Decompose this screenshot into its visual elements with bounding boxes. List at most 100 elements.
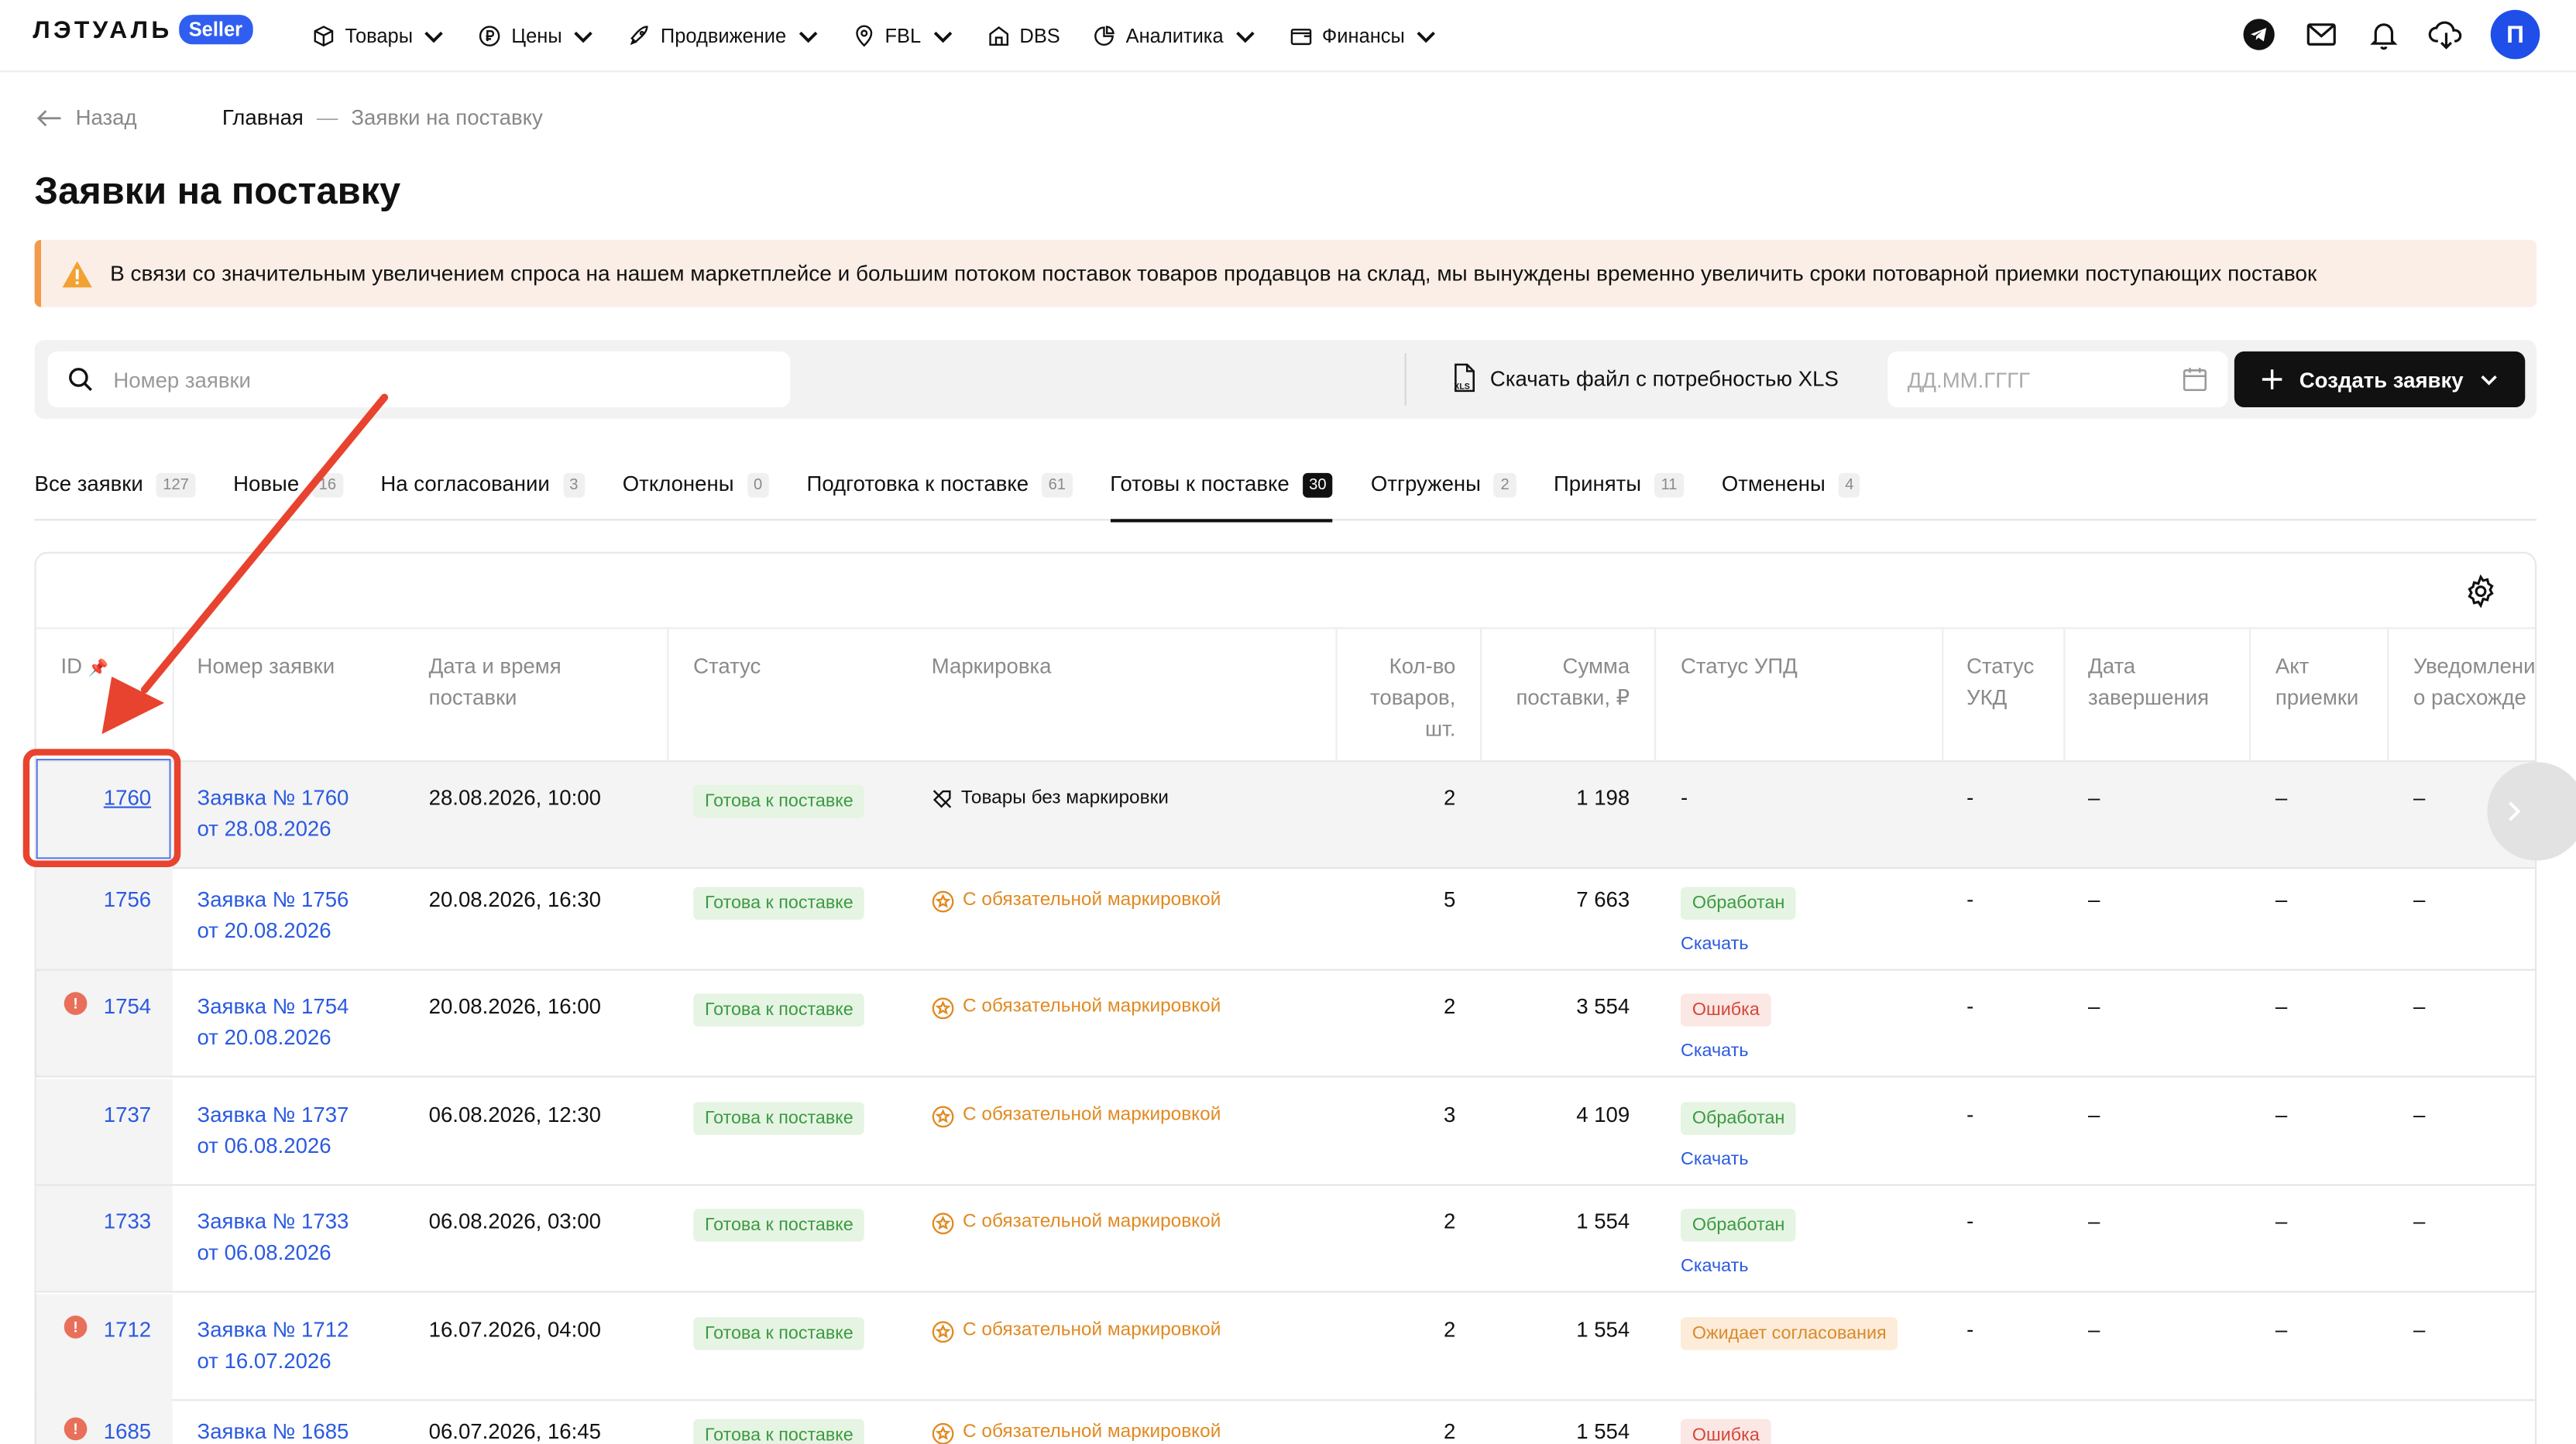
quantity: 2 [1444,1209,1456,1234]
tab-accepted[interactable]: Приняты 11 [1554,460,1685,520]
date-input[interactable]: ДД.ММ.ГГГГ [1887,351,2228,408]
breadcrumb-home[interactable]: Главная [222,105,304,130]
upd-download-link[interactable]: Скачать [1681,930,1796,961]
th-act: Акт приемки [2275,650,2358,713]
tab-approval[interactable]: На согласовании 3 [380,460,585,520]
status-tabs: Все заявки 127 Новые 16 На согласовании 3 О… [34,460,2537,523]
ukd-status: - [1966,1209,1974,1234]
request-id-link[interactable]: 1756 [36,883,151,914]
end-date: – [2088,993,2100,1019]
cube-icon [314,26,334,47]
tab-label: Готовы к поставке [1110,471,1290,496]
nav-right: П [2241,9,2540,60]
back-link[interactable]: Назад [36,105,137,130]
upd-status-cell: Ожидает согласования [1680,1315,1898,1350]
acceptance-act: – [2275,1209,2288,1234]
discrepancy-notice: – [2413,1102,2426,1127]
table-row[interactable]: 1737 Заявка № 1737 от 06.08.2026 06.08.2026… [36,1079,2536,1186]
table-row[interactable]: 1760 Заявка № 1760 от 28.08.2026 28.08.2026… [36,762,2536,869]
delivery-datetime: 06.07.2026, 16:45 [428,1418,601,1444]
download-xls-button[interactable]: XLS Скачать файл с потребностью XLS [1451,363,1839,393]
marking-star-icon [932,1105,954,1127]
acceptance-act: – [2275,784,2288,810]
tab-new[interactable]: Новые 16 [233,460,343,520]
upd-download-link[interactable]: Скачать [1681,1251,1796,1282]
filter-toolbar: Номер заявки XLS Скачать файл с потребно… [34,340,2537,419]
request-number-link[interactable]: Заявка № 1760 от 28.08.2026 [197,782,349,845]
th-id[interactable]: ID 📌 [60,650,108,685]
request-id-link[interactable]: 1733 [36,1206,151,1236]
request-id-link[interactable]: 1737 [36,1099,151,1130]
nav-item-dbs[interactable]: DBS [987,25,1060,48]
mail-icon[interactable] [2303,16,2340,53]
nav-item-fbl[interactable]: FBL [852,25,954,48]
create-request-button[interactable]: Создать заявку [2234,351,2526,408]
request-number-link[interactable]: Заявка № 1754 от 20.08.2026 [197,990,349,1053]
request-id-link[interactable]: 1754 [36,990,151,1021]
delivery-datetime: 16.07.2026, 04:00 [428,1317,601,1343]
col-divider [2387,629,2389,764]
tab-ready[interactable]: Готовы к поставке 30 [1110,460,1334,523]
tab-label: Отклонены [622,471,734,496]
table-row[interactable]: 1756 Заявка № 1756 от 20.08.2026 20.08.2026… [36,863,2536,971]
quantity: 2 [1444,784,1456,810]
request-date-line: от 06.08.2026 [197,1240,331,1265]
request-id-link[interactable]: 1685 [36,1415,151,1444]
request-number-link[interactable]: Заявка № 1685 [197,1415,349,1444]
page-title: Заявки на поставку [34,169,401,212]
marking-cell: С обязательной маркировкой [932,1315,1221,1346]
chevron-right-icon [2509,801,2521,821]
th-line: Акт [2275,653,2310,679]
th-datetime: Дата и время поставки [429,650,562,713]
id-cell [36,863,173,969]
marking-label: С обязательной маркировкой [963,1422,1221,1442]
request-id-link[interactable]: 1712 [36,1314,151,1345]
cloud-download-icon[interactable] [2428,16,2464,53]
request-number-link[interactable]: Заявка № 1733 от 06.08.2026 [197,1206,349,1268]
nav-item-analytics[interactable]: Аналитика [1093,25,1256,48]
upd-status-cell: Ошибка [1680,1418,1771,1444]
delivery-datetime: 20.08.2026, 16:30 [428,887,601,912]
nav-item-finance[interactable]: Финансы [1290,25,1438,48]
th-line: шт. [1425,715,1456,741]
status-cell: Готова к поставке [693,1315,865,1350]
request-number-link[interactable]: Заявка № 1756 от 20.08.2026 [197,883,349,946]
tab-shipped[interactable]: Отгружены 2 [1371,460,1516,520]
avatar[interactable]: П [2490,9,2540,60]
table-row[interactable]: ! 1754 Заявка № 1754 от 20.08.2026 20.08.202… [36,970,2536,1078]
id-cell [36,1079,173,1185]
gear-icon[interactable] [2463,573,2499,609]
table-row[interactable]: ! 1712 Заявка № 1712 от 16.07.2026 16.07.202… [36,1294,2536,1401]
tab-rejected[interactable]: Отклонены 0 [623,460,769,520]
bell-icon[interactable] [2366,16,2403,53]
end-date: – [2088,887,2100,912]
th-ukd: Статус УКД [1966,650,2034,713]
delivery-sum: 1 198 [1576,784,1630,810]
scroll-right-button[interactable] [2487,762,2576,861]
ukd-status: - [1966,1102,1974,1127]
table-row[interactable]: 1733 Заявка № 1733 от 06.08.2026 06.08.2026… [36,1185,2536,1293]
upd-download-link[interactable]: Скачать [1681,1144,1796,1175]
th-qty: Кол-во товаров, шт. [1334,650,1455,744]
request-date-line: от 06.08.2026 [197,1133,331,1158]
upd-download-link[interactable]: Скачать [1681,1036,1771,1067]
logo[interactable]: ЛЭТУАЛЬ Seller [33,15,252,45]
table-row[interactable]: ! 1685 Заявка № 1685 06.07.2026, 16:45 Готов… [36,1396,2535,1444]
request-date-line: от 16.07.2026 [197,1348,331,1374]
nav-item-prices[interactable]: Цены [479,25,595,48]
request-number-link[interactable]: Заявка № 1712 от 16.07.2026 [197,1314,349,1377]
tab-all[interactable]: Все заявки 127 [35,460,196,520]
nav-item-products[interactable]: Товары [312,25,445,48]
discrepancy-notice: – [2413,887,2426,912]
telegram-icon[interactable] [2241,16,2277,53]
tab-preparing[interactable]: Подготовка к поставке 61 [807,460,1073,520]
pin-icon[interactable]: 📌 [88,660,108,678]
request-line: Заявка № 1756 [197,887,349,912]
nav-item-promotion[interactable]: Продвижение [627,25,819,48]
request-number-link[interactable]: Заявка № 1737 от 06.08.2026 [197,1099,349,1161]
chevron-down-icon [2482,375,2498,386]
search-input[interactable]: Номер заявки [47,351,791,408]
status-badge: Готова к поставке [693,1418,865,1444]
tab-cancelled[interactable]: Отменены 4 [1722,460,1860,520]
back-label: Назад [75,105,137,130]
